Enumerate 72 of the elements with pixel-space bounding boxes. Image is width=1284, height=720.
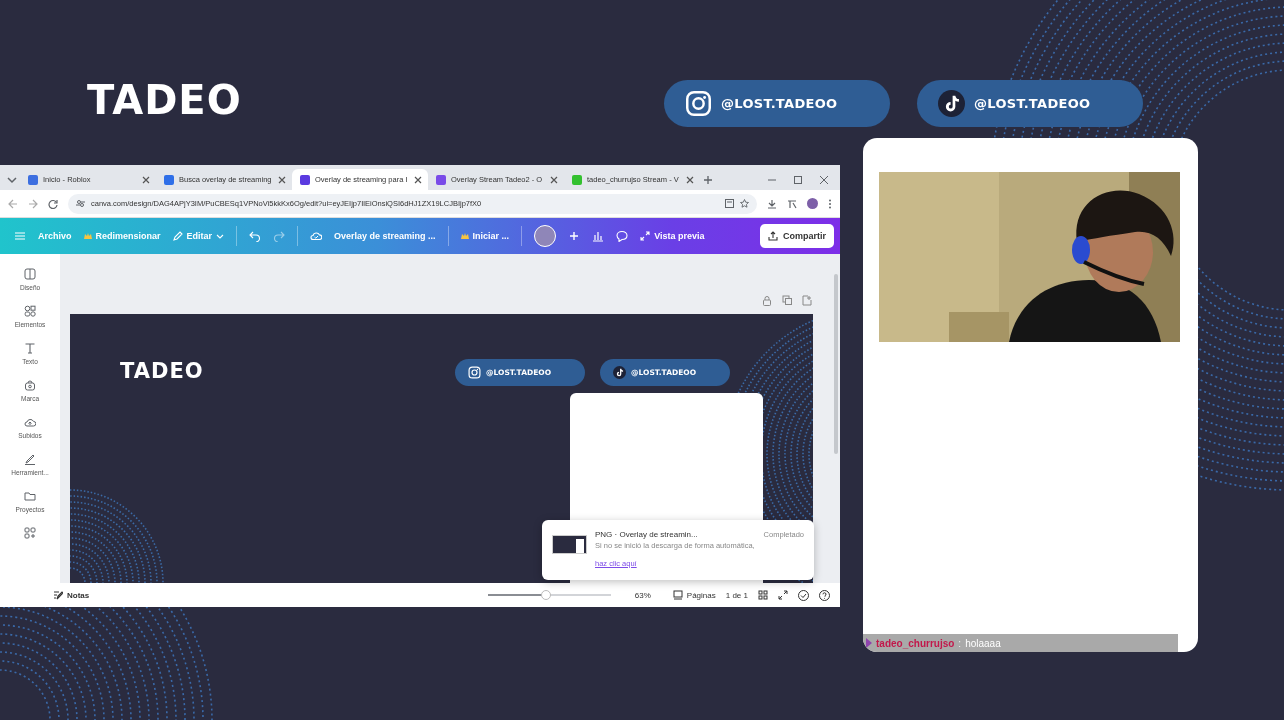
scrollbar[interactable] xyxy=(834,274,838,454)
pencil-icon xyxy=(172,231,183,241)
user-avatar[interactable] xyxy=(534,225,557,247)
chat-separator: : xyxy=(958,637,962,649)
comment-icon[interactable] xyxy=(616,230,629,242)
grid-view-icon[interactable] xyxy=(758,590,768,600)
tiktok-icon[interactable] xyxy=(938,90,965,117)
instagram-icon[interactable] xyxy=(468,366,481,379)
text-icon[interactable] xyxy=(24,342,36,354)
share-icon xyxy=(768,231,778,241)
briefcase-icon[interactable] xyxy=(24,379,36,391)
notes-icon xyxy=(53,590,63,600)
cloud-upload-icon[interactable] xyxy=(24,416,36,428)
close-icon[interactable] xyxy=(142,175,150,184)
share-button[interactable]: Compartir xyxy=(760,224,834,248)
layout-icon[interactable] xyxy=(24,268,36,280)
close-icon[interactable] xyxy=(686,175,694,184)
expand-icon xyxy=(640,231,651,241)
zoom-slider[interactable] xyxy=(487,590,611,600)
zoom-percentage: 63% xyxy=(634,590,651,600)
site-icon xyxy=(164,174,174,185)
pages-button[interactable]: Páginas xyxy=(672,590,716,600)
chat-text: holaaaa xyxy=(965,637,1001,649)
fullscreen-icon[interactable] xyxy=(778,590,788,600)
undo-icon[interactable] xyxy=(249,230,262,242)
site-icon xyxy=(436,174,446,185)
channel-logo: TADEO xyxy=(120,359,205,385)
close-icon[interactable] xyxy=(414,175,422,184)
site-info-icon[interactable] xyxy=(76,199,85,208)
chat-username: tadeo_churrujso xyxy=(876,637,955,649)
preview-button[interactable]: Vista previa xyxy=(640,231,705,241)
slider-thumb[interactable] xyxy=(540,590,551,600)
pen-icon[interactable] xyxy=(24,453,36,465)
instagram-icon[interactable] xyxy=(685,90,712,117)
badge-icon xyxy=(866,638,872,648)
folder-icon[interactable] xyxy=(24,490,36,502)
close-icon[interactable] xyxy=(278,175,286,184)
start-button[interactable]: Iniciar ... xyxy=(460,231,510,241)
caret-icon xyxy=(216,232,225,240)
close-icon[interactable] xyxy=(550,175,558,184)
apps-icon[interactable] xyxy=(24,527,36,539)
tiktok-icon[interactable] xyxy=(613,366,626,379)
document-title[interactable]: Overlay de streaming ... xyxy=(334,231,436,241)
social-handle: @LOST.TADEOO xyxy=(721,96,838,111)
site-icon xyxy=(300,174,310,185)
more-icon[interactable] xyxy=(828,198,832,209)
download-icon[interactable] xyxy=(767,198,777,209)
site-icon xyxy=(572,174,582,185)
lock-icon[interactable] xyxy=(762,295,772,306)
site-icon xyxy=(28,174,38,185)
page-counter: 1 de 1 xyxy=(725,590,748,600)
add-icon[interactable] xyxy=(568,230,581,242)
notes-button[interactable]: Notas xyxy=(53,590,90,600)
pages-icon xyxy=(672,590,683,600)
close-icon[interactable] xyxy=(820,176,828,184)
help-icon[interactable] xyxy=(819,589,830,601)
profile-avatar-icon[interactable] xyxy=(807,198,818,209)
chart-icon[interactable] xyxy=(592,230,605,242)
duplicate-icon[interactable] xyxy=(782,295,792,306)
shapes-icon[interactable] xyxy=(24,305,36,317)
social-handle: @LOST.TADEOO xyxy=(974,96,1091,111)
install-icon[interactable] xyxy=(725,199,734,208)
file-thumbnail xyxy=(552,535,587,554)
file-name: PNG · Overlay de streamin... xyxy=(595,530,698,539)
crown-icon xyxy=(83,232,92,240)
check-circle-icon[interactable] xyxy=(798,589,809,601)
maximize-icon[interactable] xyxy=(794,176,802,184)
star-icon[interactable] xyxy=(740,199,749,208)
cloud-check-icon[interactable] xyxy=(310,230,323,242)
channel-logo: TADEO xyxy=(87,80,242,120)
crown-icon xyxy=(460,232,469,240)
reload-icon[interactable] xyxy=(48,198,58,209)
